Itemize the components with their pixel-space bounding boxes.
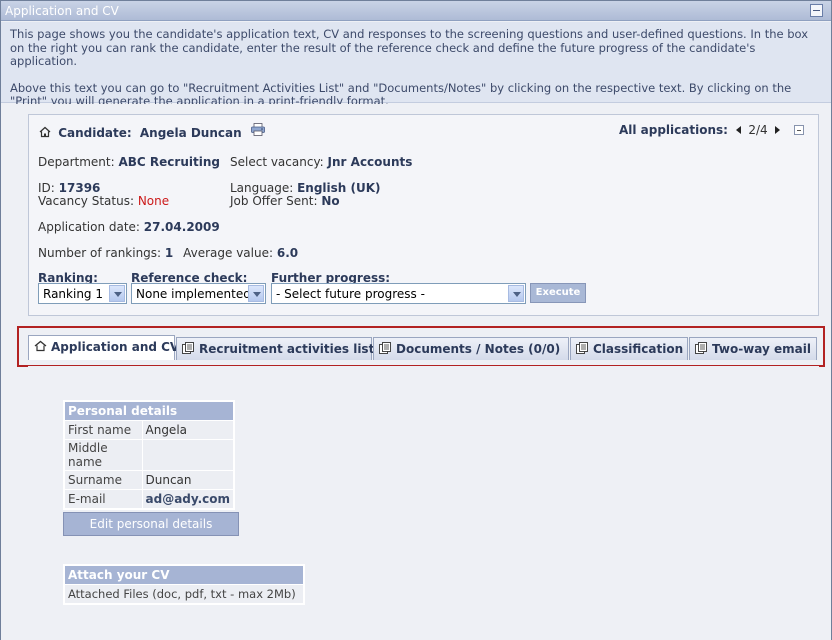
tab-documents-notes[interactable]: Documents / Notes (0/0): [373, 337, 569, 360]
reference-check-select-value: None implemented: [136, 287, 251, 301]
tab-label: Application and CV: [51, 340, 180, 354]
document-icon: [379, 342, 391, 354]
average-value: 6.0: [276, 246, 299, 260]
application-date-field: Application date: 27.04.2009: [38, 220, 220, 234]
tab-label: Two-way email: [712, 342, 811, 356]
tab-label: Classification: [593, 342, 684, 356]
attach-cv-table: Attach your CV Attached Files (doc, pdf,…: [63, 564, 305, 605]
rankings-field: Number of rankings: 1 Average value: 6.0: [38, 246, 298, 260]
application-date-value: 27.04.2009: [143, 220, 220, 234]
document-icon: [695, 342, 707, 354]
execute-button[interactable]: Execute: [530, 283, 586, 303]
job-offer-value: No: [321, 194, 340, 208]
tab-recruitment-activities-list[interactable]: Recruitment activities list: [176, 337, 375, 360]
email-label: E-mail: [63, 489, 143, 509]
tab-label: Documents / Notes (0/0): [396, 342, 561, 356]
table-row: Attached Files (doc, pdf, txt - max 2Mb): [63, 584, 305, 605]
id-value: 17396: [58, 181, 101, 195]
further-progress-select[interactable]: - Select future progress -: [271, 283, 526, 304]
all-applications-nav: All applications: 2/4: [619, 123, 804, 137]
candidate-label: Candidate:: [58, 126, 132, 140]
rankings-value: 1: [164, 246, 174, 260]
middle-name-label: Middle name: [63, 439, 143, 471]
tab-two-way-email[interactable]: Two-way email: [689, 337, 817, 360]
vacancy-value: Jnr Accounts: [327, 155, 413, 169]
main-content: Candidate: Angela Duncan All application…: [1, 104, 831, 640]
tab-classification[interactable]: Classification: [570, 337, 688, 360]
printer-icon[interactable]: [250, 123, 265, 136]
vacancy-field: Select vacancy: Jnr Accounts: [230, 155, 412, 169]
first-name-label: First name: [63, 420, 143, 440]
attached-files-label: Attached Files (doc, pdf, txt - max 2Mb): [63, 584, 305, 605]
ranking-select[interactable]: Ranking 1: [38, 283, 127, 304]
table-row: E-mail ad@ady.com: [63, 489, 235, 509]
vacancy-status-label: Vacancy Status:: [38, 194, 134, 208]
collapse-icon[interactable]: [794, 125, 804, 135]
application-window: Application and CV This page shows you t…: [0, 0, 832, 640]
department-field: Department: ABC Recruiting: [38, 155, 220, 169]
id-label: ID:: [38, 181, 55, 195]
document-icon: [576, 342, 588, 354]
table-row: First name Angela: [63, 420, 235, 440]
application-date-label: Application date:: [38, 220, 140, 234]
candidate-name: Angela Duncan: [139, 126, 242, 140]
first-name-value: Angela: [141, 420, 235, 440]
surname-label: Surname: [63, 470, 143, 490]
document-icon: [182, 342, 194, 354]
window-titlebar: Application and CV: [1, 1, 831, 21]
attach-cv-header: Attach your CV: [63, 564, 305, 585]
surname-value: Duncan: [141, 470, 235, 490]
language-value: English (UK): [297, 181, 381, 195]
middle-name-value: [141, 439, 235, 471]
personal-details-table: Personal details First name Angela Middl…: [63, 400, 236, 510]
personal-details-header: Personal details: [63, 400, 235, 421]
further-progress-select-value: - Select future progress -: [276, 287, 425, 301]
intro-paragraph-1: This page shows you the candidate's appl…: [10, 27, 809, 68]
tab-bar: Application and CV Recruitment activitie…: [17, 326, 825, 367]
email-value: ad@ady.com: [141, 489, 235, 509]
department-value: ABC Recruiting: [118, 155, 220, 169]
candidate-box: Candidate: Angela Duncan All application…: [28, 114, 819, 316]
table-row: Surname Duncan: [63, 470, 235, 490]
next-application-icon[interactable]: [774, 126, 780, 134]
window-title: Application and CV: [5, 4, 119, 18]
tab-application-and-cv[interactable]: Application and CV: [28, 335, 179, 360]
vacancy-status-field: Vacancy Status: None: [38, 194, 169, 208]
previous-application-icon[interactable]: [736, 126, 742, 134]
chevron-down-icon[interactable]: [248, 285, 264, 302]
rankings-label: Number of rankings:: [38, 246, 162, 260]
chevron-down-icon[interactable]: [109, 285, 125, 302]
tab-label: Recruitment activities list: [199, 342, 375, 356]
chevron-down-icon[interactable]: [508, 285, 524, 302]
department-label: Department:: [38, 155, 115, 169]
language-field: Language: English (UK): [230, 181, 381, 195]
average-label: Average value:: [183, 246, 274, 260]
minimize-icon[interactable]: [810, 4, 823, 17]
all-applications-label: All applications:: [618, 123, 728, 137]
reference-check-select[interactable]: None implemented: [131, 283, 266, 304]
application-position: 2/4: [748, 123, 768, 137]
ranking-select-value: Ranking 1: [43, 287, 103, 301]
candidate-header: Candidate: Angela Duncan: [39, 123, 265, 140]
tab-content: Personal details First name Angela Middl…: [28, 366, 819, 640]
home-icon: [39, 126, 51, 138]
vacancy-status-value: None: [137, 194, 170, 208]
table-row: Middle name: [63, 439, 235, 471]
edit-personal-details-button[interactable]: Edit personal details: [63, 512, 239, 536]
home-icon: [34, 340, 47, 352]
job-offer-label: Job Offer Sent:: [230, 194, 318, 208]
id-field: ID: 17396: [38, 181, 100, 195]
job-offer-field: Job Offer Sent: No: [230, 194, 340, 208]
intro-panel: This page shows you the candidate's appl…: [1, 22, 831, 108]
vacancy-label: Select vacancy:: [230, 155, 324, 169]
language-label: Language:: [230, 181, 294, 195]
